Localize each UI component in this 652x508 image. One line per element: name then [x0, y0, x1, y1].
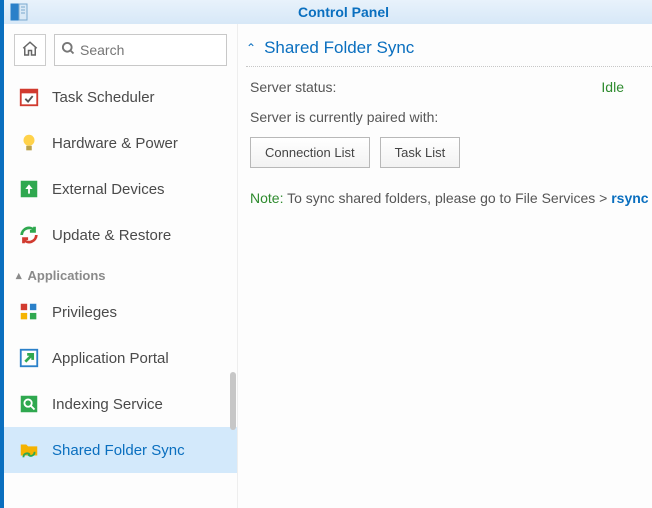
note-link-rsync[interactable]: rsync [611, 190, 648, 206]
sidebar-item-label: Update & Restore [52, 227, 171, 244]
chevron-up-icon: ▴ [16, 269, 22, 282]
search-input[interactable] [80, 42, 220, 58]
sidebar-item-application-portal[interactable]: Application Portal [4, 335, 237, 381]
sidebar-item-indexing-service[interactable]: Indexing Service [4, 381, 237, 427]
server-status-row: Server status: Idle [246, 67, 652, 99]
sidebar-item-hardware-power[interactable]: Hardware & Power [4, 120, 237, 166]
sidebar-item-privileges[interactable]: Privileges [4, 289, 237, 335]
status-value: Idle [601, 79, 624, 95]
portal-icon [18, 347, 40, 369]
sidebar-item-external-devices[interactable]: External Devices [4, 166, 237, 212]
note-body: To sync shared folders, please go to Fil… [283, 190, 611, 206]
status-label: Server status: [250, 79, 336, 95]
sidebar-item-shared-folder-sync[interactable]: Shared Folder Sync [4, 427, 237, 473]
app-logo-icon [10, 3, 28, 21]
sidebar-nav: Task Scheduler Hardware & Power External… [4, 74, 237, 508]
search-input-wrap[interactable] [54, 34, 227, 66]
section-label: Applications [28, 268, 106, 283]
refresh-icon [18, 224, 40, 246]
sidebar-item-label: Task Scheduler [52, 89, 155, 106]
note-label: Note: [250, 190, 283, 206]
search-icon [61, 41, 76, 59]
note-text: Note: To sync shared folders, please go … [246, 184, 652, 206]
sidebar-item-label: Indexing Service [52, 396, 163, 413]
paired-with-row: Server is currently paired with: [246, 99, 652, 135]
chevron-up-icon: ⌃ [246, 41, 256, 55]
sidebar-item-label: Privileges [52, 304, 117, 321]
sidebar: Task Scheduler Hardware & Power External… [4, 24, 238, 508]
home-icon [21, 40, 39, 61]
privileges-icon [18, 301, 40, 323]
indexing-icon [18, 393, 40, 415]
task-list-button[interactable]: Task List [380, 137, 461, 168]
sidebar-item-label: Hardware & Power [52, 135, 178, 152]
main-panel: ⌃ Shared Folder Sync Server status: Idle… [238, 24, 652, 508]
sidebar-item-label: Application Portal [52, 350, 169, 367]
lightbulb-icon [18, 132, 40, 154]
upload-device-icon [18, 178, 40, 200]
panel-title[interactable]: ⌃ Shared Folder Sync [246, 38, 652, 67]
panel-title-text: Shared Folder Sync [264, 38, 414, 58]
connection-list-button[interactable]: Connection List [250, 137, 370, 168]
folder-sync-icon [18, 439, 40, 461]
calendar-check-icon [18, 86, 40, 108]
sidebar-item-task-scheduler[interactable]: Task Scheduler [4, 74, 237, 120]
scrollbar-thumb[interactable] [230, 372, 236, 430]
home-button[interactable] [14, 34, 46, 66]
sidebar-item-label: Shared Folder Sync [52, 442, 185, 459]
sidebar-item-label: External Devices [52, 181, 165, 198]
section-header-applications[interactable]: ▴ Applications [4, 258, 237, 289]
sidebar-item-update-restore[interactable]: Update & Restore [4, 212, 237, 258]
titlebar: Control Panel [4, 0, 652, 24]
window-title: Control Panel [298, 4, 389, 20]
